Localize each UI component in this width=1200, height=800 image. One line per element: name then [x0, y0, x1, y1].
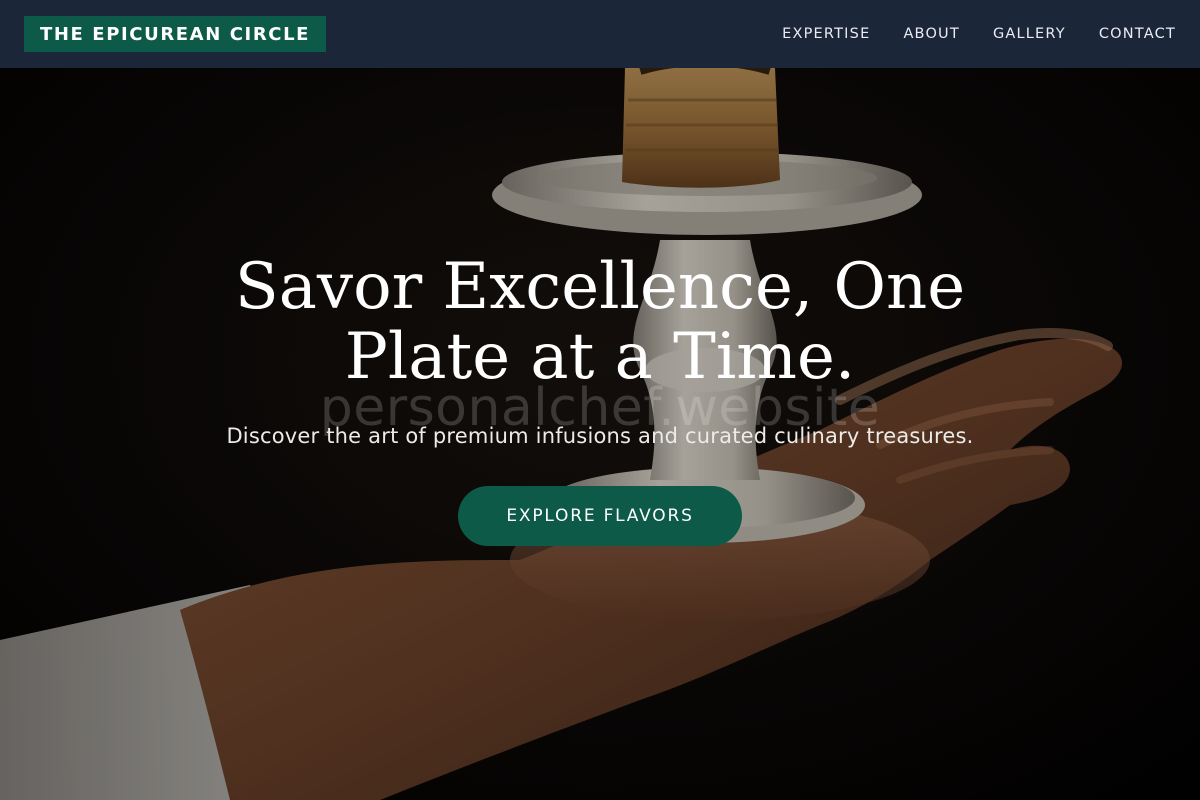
nav-link-contact[interactable]: CONTACT	[1099, 26, 1176, 42]
nav-link-gallery[interactable]: GALLERY	[993, 26, 1066, 42]
hero-content: Savor Excellence, One Plate at a Time.	[0, 252, 1200, 392]
hero-headline: Savor Excellence, One Plate at a Time.	[234, 250, 966, 394]
top-navbar: THE EPICUREAN CIRCLE EXPERTISE ABOUT GAL…	[0, 0, 1200, 68]
brand-logo[interactable]: THE EPICUREAN CIRCLE	[24, 16, 327, 52]
explore-flavors-button[interactable]: EXPLORE FLAVORS	[458, 486, 742, 546]
hero-subheadline: Discover the art of premium infusions an…	[226, 424, 974, 448]
nav-link-about[interactable]: ABOUT	[903, 26, 960, 42]
nav-link-expertise[interactable]: EXPERTISE	[782, 26, 870, 42]
nav-links: EXPERTISE ABOUT GALLERY CONTACT	[782, 26, 1176, 42]
